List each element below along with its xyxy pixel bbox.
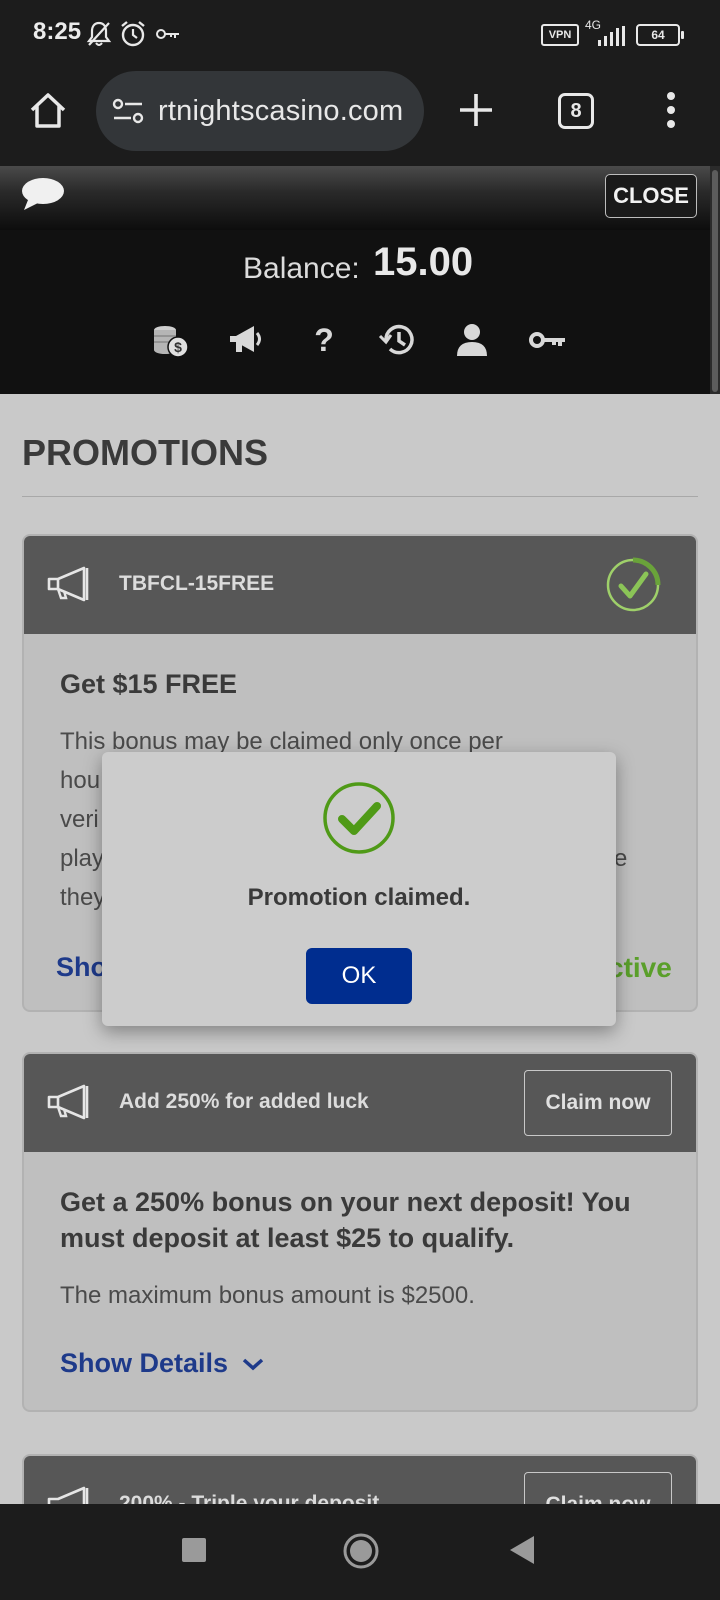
password-key-icon[interactable] (528, 320, 568, 360)
back-icon[interactable] (508, 1534, 536, 1566)
bell-off-icon (86, 21, 112, 46)
active-check-icon (606, 557, 661, 612)
url-bar[interactable]: rtnightscasino.com (96, 71, 424, 151)
more-menu-icon[interactable] (664, 90, 678, 130)
help-icon[interactable]: ? (304, 320, 344, 360)
title-divider (22, 496, 698, 497)
claim-now-button[interactable]: Claim now (524, 1070, 672, 1136)
dialog-message: Promotion claimed. (247, 884, 471, 911)
promotion-text-line: e (614, 845, 628, 872)
promotion-title: Get $15 FREE (60, 669, 238, 699)
chat-icon[interactable] (20, 176, 66, 212)
status-time: 8:25 (33, 18, 82, 45)
promotion-text-line: play (60, 845, 105, 872)
show-details-link[interactable]: Sho (56, 952, 107, 983)
status-badge: ctive (608, 952, 672, 983)
scrollbar-thumb[interactable] (712, 170, 718, 392)
history-icon[interactable] (378, 320, 418, 360)
coins-dollar-icon[interactable]: $ (150, 320, 190, 360)
url-text: rtnightscasino.com (158, 95, 404, 127)
battery-icon: 64 (636, 24, 684, 46)
promotion-code: TBFCL-15FREE (119, 572, 275, 595)
balance-label: Balance: (243, 252, 360, 285)
recent-apps-icon[interactable] (182, 1538, 206, 1562)
close-button[interactable]: CLOSE (605, 174, 697, 218)
chevron-down-icon (242, 1358, 263, 1371)
browser-toolbar: rtnightscasino.com 8 (0, 66, 720, 166)
promotion-claimed-dialog: Promotion claimed. OK (102, 752, 616, 1026)
megaphone-icon[interactable] (226, 320, 266, 360)
user-icon[interactable] (452, 320, 492, 360)
status-bar: 8:25 VPN 4G 64 (0, 0, 720, 66)
promotion-card-header: TBFCL-15FREE (24, 536, 696, 634)
account-panel: Balance: 15.00 $ ? (0, 230, 710, 394)
system-nav-bar (0, 1504, 720, 1600)
site-settings-icon[interactable] (112, 97, 144, 125)
promotion-text-line: hou (60, 767, 101, 794)
megaphone-icon (47, 566, 89, 602)
svg-text:$: $ (174, 339, 182, 355)
site-top-bar: CLOSE (0, 166, 720, 230)
show-details-link[interactable]: Show Details (60, 1348, 265, 1379)
promotion-card: Add 250% for added luck Claim now Get a … (22, 1052, 698, 1412)
key-icon (156, 29, 179, 39)
home-nav-icon[interactable] (342, 1532, 380, 1570)
promotion-text-line: veri (60, 806, 99, 833)
megaphone-icon (47, 1084, 89, 1120)
ok-button[interactable]: OK (306, 948, 412, 1004)
promotion-title: Get a 250% bonus on your next deposit! Y… (60, 1187, 631, 1253)
promotion-text-line: they (60, 884, 106, 911)
alarm-icon (121, 21, 145, 47)
promotion-code: Add 250% for added luck (119, 1090, 369, 1113)
vpn-icon: VPN (541, 24, 579, 46)
balance-value: 15.00 (373, 240, 474, 284)
success-check-icon (323, 782, 395, 854)
show-details-label: Show Details (60, 1348, 229, 1378)
new-tab-icon[interactable] (458, 92, 494, 128)
promotion-card-header: Add 250% for added luck Claim now (24, 1054, 696, 1152)
promotion-text: The maximum bonus amount is $2500. (60, 1282, 475, 1309)
home-icon[interactable] (28, 90, 68, 130)
signal-icon (598, 26, 625, 46)
page-title: PROMOTIONS (22, 432, 269, 473)
tab-switcher-button[interactable]: 8 (558, 93, 594, 129)
